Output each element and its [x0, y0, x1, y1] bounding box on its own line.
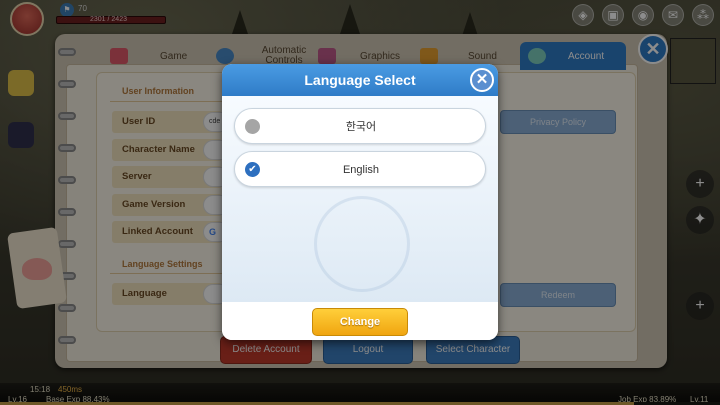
language-option-label: English	[342, 164, 380, 176]
close-icon[interactable]: ✕	[470, 68, 494, 92]
emblem-watermark-icon	[314, 196, 410, 292]
modal-body: 한국어 ✔ English	[222, 96, 498, 302]
modal-footer: Change	[222, 302, 498, 340]
modal-title: Language Select	[304, 72, 416, 88]
change-button[interactable]: Change	[312, 308, 408, 336]
language-select-modal: Language Select ✕ 한국어 ✔ English Change	[222, 64, 498, 340]
language-option-korean[interactable]: 한국어	[234, 108, 486, 144]
language-option-english[interactable]: ✔ English	[234, 151, 486, 187]
language-option-label: 한국어	[345, 121, 377, 133]
modal-header: Language Select ✕	[222, 64, 498, 96]
